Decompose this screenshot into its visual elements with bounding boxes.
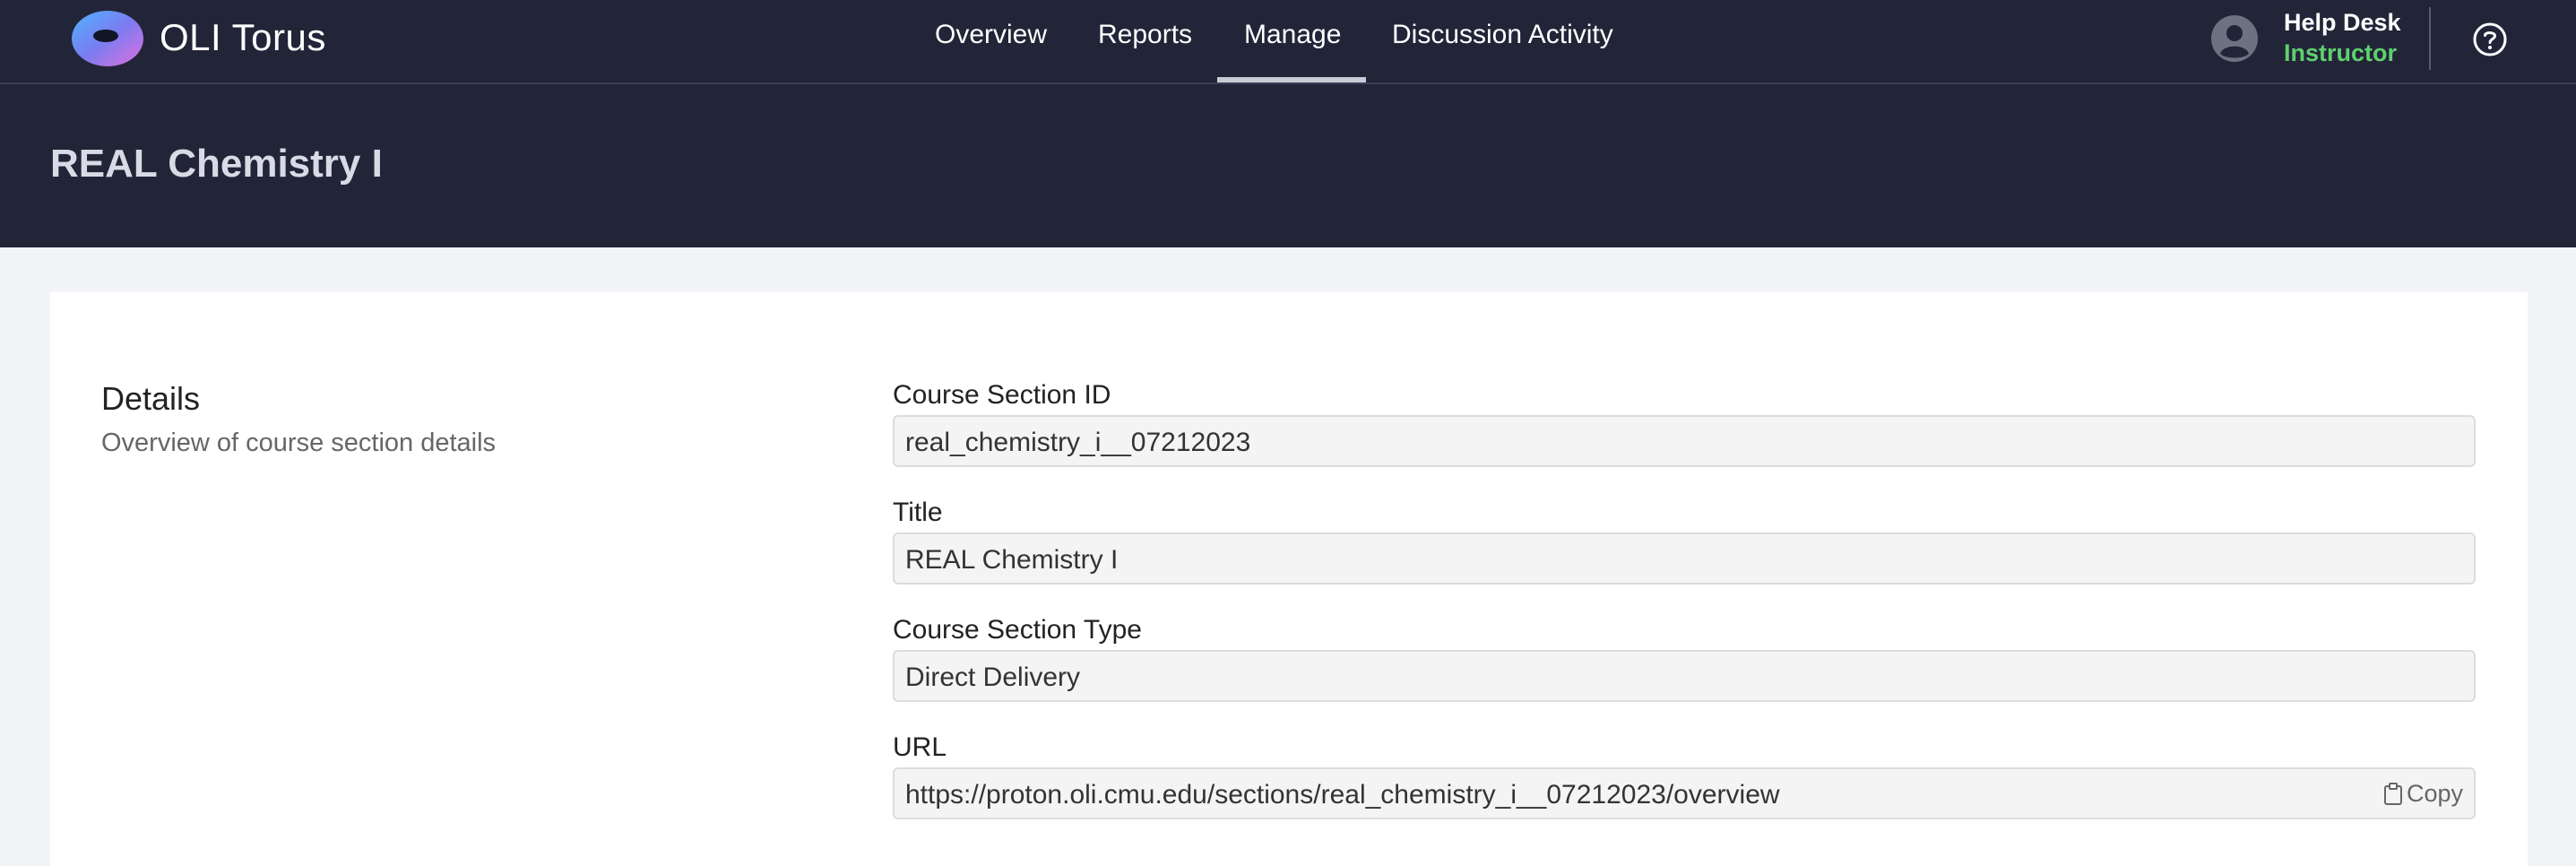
brand-name[interactable]: OLI Torus <box>160 16 326 59</box>
field-label-title: Title <box>893 498 943 527</box>
top-navbar: OLI Torus Overview Reports Manage Discus… <box>0 0 2576 84</box>
nav-discussion-activity[interactable]: Discussion Activity <box>1392 20 1613 50</box>
user-name[interactable]: Help Desk <box>2284 9 2401 37</box>
url-field[interactable]: https://proton.oli.cmu.edu/sections/real… <box>893 767 2476 819</box>
page-title: REAL Chemistry I <box>50 142 383 186</box>
copy-label: Copy <box>2406 780 2463 807</box>
nav-active-indicator <box>1217 77 1366 82</box>
user-role: Instructor <box>2284 39 2398 66</box>
nav-manage[interactable]: Manage <box>1244 20 1341 50</box>
copy-url-button[interactable]: Copy <box>2383 780 2463 808</box>
section-type-value: Direct Delivery <box>905 662 1081 692</box>
title-value: REAL Chemistry I <box>905 545 1119 575</box>
user-avatar-icon[interactable] <box>2210 14 2259 63</box>
section-id-field[interactable]: real_chemistry_i__07212023 <box>893 415 2476 467</box>
clipboard-icon <box>2383 782 2402 805</box>
details-card: Details Overview of course section detai… <box>50 292 2528 866</box>
field-label-url: URL <box>893 732 947 762</box>
url-value: https://proton.oli.cmu.edu/sections/real… <box>905 780 1780 810</box>
title-field[interactable]: REAL Chemistry I <box>893 533 2476 585</box>
page-header: REAL Chemistry I <box>0 84 2576 247</box>
torus-logo-icon[interactable] <box>70 9 145 68</box>
brand-bold: OLI <box>160 16 222 58</box>
details-title: Details <box>101 380 201 417</box>
field-label-section-id: Course Section ID <box>893 380 1111 410</box>
field-label-section-type: Course Section Type <box>893 615 1142 645</box>
brand-light: Torus <box>221 16 326 58</box>
nav-reports[interactable]: Reports <box>1098 20 1192 50</box>
help-circle-icon[interactable] <box>2472 22 2508 57</box>
section-type-field[interactable]: Direct Delivery <box>893 650 2476 702</box>
section-id-value: real_chemistry_i__07212023 <box>905 428 1251 457</box>
nav-overview[interactable]: Overview <box>935 20 1047 50</box>
header-divider <box>2429 7 2431 70</box>
details-subtitle: Overview of course section details <box>101 429 497 457</box>
